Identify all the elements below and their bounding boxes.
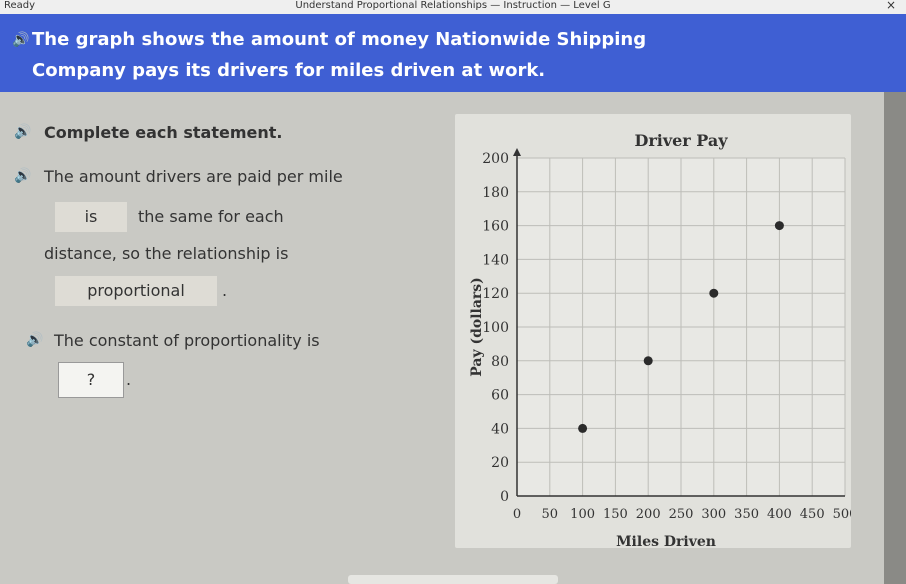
y-tick-label: 120 bbox=[482, 286, 509, 302]
close-icon[interactable]: × bbox=[886, 0, 896, 11]
statement-3-text: The constant of proportionality is bbox=[54, 331, 320, 350]
x-tick-label: 150 bbox=[603, 507, 628, 522]
speaker-icon[interactable]: 🔊 bbox=[26, 332, 43, 348]
period-text: . bbox=[222, 281, 228, 300]
y-tick-label: 100 bbox=[482, 320, 509, 336]
y-tick-label: 20 bbox=[491, 455, 509, 471]
speaker-icon[interactable]: 🔊 bbox=[12, 32, 29, 48]
period-text: . bbox=[126, 370, 132, 389]
y-tick-label: 80 bbox=[491, 354, 509, 370]
speaker-icon[interactable]: 🔊 bbox=[14, 124, 31, 140]
answer-box-3[interactable]: ? bbox=[58, 362, 124, 398]
x-tick-label: 400 bbox=[767, 507, 792, 522]
screen-edge bbox=[884, 92, 906, 584]
data-point bbox=[643, 356, 653, 366]
statement-1b-text: the same for each bbox=[138, 207, 284, 226]
statement-1-text: The amount drivers are paid per mile bbox=[44, 167, 343, 186]
question-text: The graph shows the amount of money Nati… bbox=[32, 29, 647, 81]
data-point bbox=[709, 288, 719, 298]
x-tick-label: 100 bbox=[570, 507, 595, 522]
x-tick-label: 350 bbox=[734, 507, 759, 522]
y-tick-label: 200 bbox=[482, 151, 509, 167]
y-tick-label: 0 bbox=[500, 489, 509, 505]
y-tick-label: 160 bbox=[482, 219, 509, 235]
y-axis-label: Pay (dollars) bbox=[469, 277, 485, 377]
chart-title: Driver Pay bbox=[634, 131, 728, 150]
statement-2-text: distance, so the relationship is bbox=[44, 244, 289, 263]
window-title: Understand Proportional Relationships — … bbox=[295, 0, 611, 11]
x-tick-label: 0 bbox=[513, 507, 521, 522]
x-tick-label: 450 bbox=[800, 507, 825, 522]
x-tick-label: 300 bbox=[701, 507, 726, 522]
y-axis-arrow-icon bbox=[513, 148, 521, 156]
y-tick-label: 40 bbox=[491, 421, 509, 437]
speaker-icon[interactable]: 🔊 bbox=[14, 168, 31, 184]
data-point bbox=[774, 221, 784, 231]
y-tick-label: 180 bbox=[482, 185, 509, 201]
chart-panel: 0 20 40 60 80 100 120 140 160 180 200 0 50 100 150 200 2… bbox=[455, 114, 857, 550]
data-point bbox=[578, 423, 588, 433]
driver-pay-chart: 0 20 40 60 80 100 120 140 160 180 200 0 50 100 150 200 2… bbox=[469, 131, 857, 550]
y-tick-label: 60 bbox=[491, 388, 509, 404]
bottom-button[interactable] bbox=[348, 575, 558, 584]
x-tick-label: 500 bbox=[833, 507, 851, 522]
answer-box-1[interactable]: is bbox=[55, 202, 127, 232]
instruction-text: Complete each statement. bbox=[44, 123, 283, 142]
x-tick-label: 50 bbox=[542, 507, 559, 522]
x-tick-label: 200 bbox=[636, 507, 661, 522]
question-banner: 🔊 The graph shows the amount of money Na… bbox=[0, 14, 906, 92]
y-tick-label: 140 bbox=[482, 252, 509, 268]
x-tick-label: 250 bbox=[669, 507, 694, 522]
title-bar: Ready Understand Proportional Relationsh… bbox=[0, 0, 906, 14]
answer-box-2[interactable]: proportional bbox=[55, 276, 217, 306]
x-axis-label: Miles Driven bbox=[616, 534, 716, 548]
